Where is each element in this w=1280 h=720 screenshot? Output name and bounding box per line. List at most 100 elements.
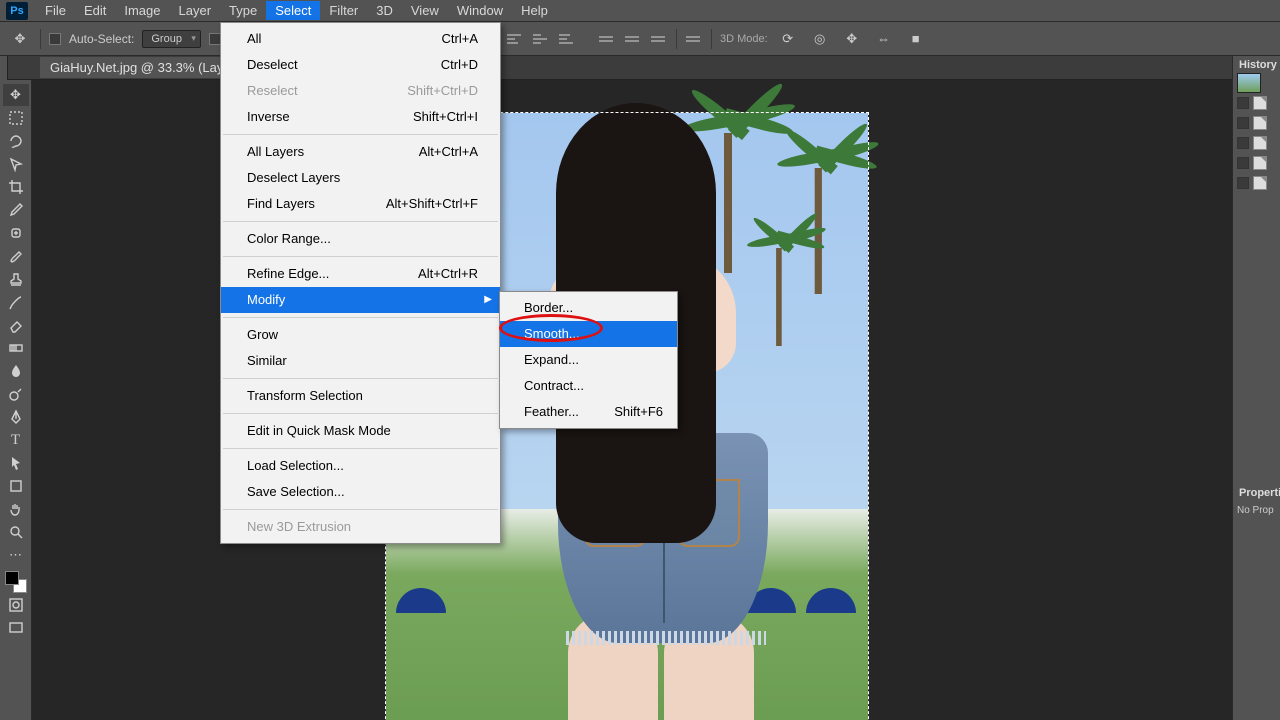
history-state[interactable] (1233, 113, 1280, 133)
type-tool[interactable]: T (3, 429, 29, 451)
move-tool-icon: ✥ (8, 27, 32, 51)
gradient-tool[interactable] (3, 337, 29, 359)
zoom-tool[interactable] (3, 521, 29, 543)
3d-mode-label: 3D Mode: (720, 33, 768, 45)
history-brush-tool[interactable] (3, 291, 29, 313)
lasso-tool[interactable] (3, 130, 29, 152)
menu-type[interactable]: Type (220, 1, 266, 20)
menu-item-deselect[interactable]: DeselectCtrl+D (221, 52, 500, 78)
panel-flyout[interactable] (0, 56, 8, 80)
submenu-item-contract[interactable]: Contract... (500, 373, 677, 399)
menu-item-new-3d-extrusion: New 3D Extrusion (221, 514, 500, 540)
menu-item-save-selection[interactable]: Save Selection... (221, 479, 500, 505)
stamp-tool[interactable] (3, 268, 29, 290)
menu-edit[interactable]: Edit (75, 1, 115, 20)
history-state[interactable] (1233, 173, 1280, 193)
marquee-tool[interactable] (3, 107, 29, 129)
menu-file[interactable]: File (36, 1, 75, 20)
menu-item-refine-edge[interactable]: Refine Edge...Alt+Ctrl+R (221, 261, 500, 287)
menu-item-load-selection[interactable]: Load Selection... (221, 453, 500, 479)
brush-tool[interactable] (3, 245, 29, 267)
separator (676, 29, 677, 49)
menu-item-deselect-layers[interactable]: Deselect Layers (221, 165, 500, 191)
3d-slide-icon[interactable]: ⇔ (872, 27, 896, 51)
menu-item-all-layers[interactable]: All LayersAlt+Ctrl+A (221, 139, 500, 165)
menu-item-all[interactable]: AllCtrl+A (221, 26, 500, 52)
submenu-item-border[interactable]: Border... (500, 295, 677, 321)
auto-select-dropdown[interactable]: Group (142, 30, 201, 48)
menu-image[interactable]: Image (115, 1, 169, 20)
menu-item-inverse[interactable]: InverseShift+Ctrl+I (221, 104, 500, 130)
select-menu-panel: AllCtrl+ADeselectCtrl+DReselectShift+Ctr… (220, 22, 501, 544)
submenu-item-expand[interactable]: Expand... (500, 347, 677, 373)
edit-toolbar[interactable]: ⋯ (3, 544, 29, 566)
quick-select-tool[interactable] (3, 153, 29, 175)
distribute-icon[interactable] (685, 30, 703, 48)
align-top-icon[interactable] (506, 30, 524, 48)
blur-tool[interactable] (3, 360, 29, 382)
crop-tool[interactable] (3, 176, 29, 198)
menu-item-find-layers[interactable]: Find LayersAlt+Shift+Ctrl+F (221, 191, 500, 217)
shape-tool[interactable] (3, 475, 29, 497)
align-hcenter-icon[interactable] (624, 30, 642, 48)
3d-pan-icon[interactable]: ✥ (840, 27, 864, 51)
page-icon (1253, 176, 1267, 190)
color-swatch[interactable] (5, 571, 27, 593)
menu-filter[interactable]: Filter (320, 1, 367, 20)
pen-tool[interactable] (3, 406, 29, 428)
menubar: Ps File Edit Image Layer Type Select Fil… (0, 0, 1280, 22)
right-panels: History Propertie No Prop (1232, 56, 1280, 720)
auto-select-checkbox[interactable] (49, 33, 61, 45)
align-right-icon[interactable] (650, 30, 668, 48)
page-icon (1253, 96, 1267, 110)
properties-panel-tab[interactable]: Propertie (1233, 484, 1280, 501)
menu-item-grow[interactable]: Grow (221, 322, 500, 348)
menu-item-transform-selection[interactable]: Transform Selection (221, 383, 500, 409)
3d-zoom-icon[interactable]: ■ (904, 27, 928, 51)
submenu-item-feather[interactable]: Feather...Shift+F6 (500, 399, 677, 425)
menu-view[interactable]: View (402, 1, 448, 20)
hand-tool[interactable] (3, 498, 29, 520)
move-tool[interactable]: ✥ (3, 84, 29, 106)
eyedropper-tool[interactable] (3, 199, 29, 221)
submenu-item-smooth[interactable]: Smooth... (500, 321, 677, 347)
align-vcenter-icon[interactable] (532, 30, 550, 48)
screen-mode[interactable] (3, 617, 29, 639)
separator (711, 29, 712, 49)
properties-empty-label: No Prop (1233, 501, 1280, 520)
menu-item-reselect: ReselectShift+Ctrl+D (221, 78, 500, 104)
heal-tool[interactable] (3, 222, 29, 244)
menu-select[interactable]: Select (266, 1, 320, 20)
history-state[interactable] (1233, 133, 1280, 153)
align-left-icon[interactable] (598, 30, 616, 48)
history-state[interactable] (1233, 73, 1280, 93)
auto-select-label: Auto-Select: (69, 32, 134, 46)
menu-item-color-range[interactable]: Color Range... (221, 226, 500, 252)
document-tabs: GiaHuy.Net.jpg @ 33.3% (Layer 0, R × (0, 56, 1280, 80)
menu-item-similar[interactable]: Similar (221, 348, 500, 374)
menu-help[interactable]: Help (512, 1, 557, 20)
submenu-arrow-icon: ▶ (484, 290, 492, 310)
tools-panel: ✥ T ⋯ (0, 80, 32, 720)
menu-item-edit-in-quick-mask-mode[interactable]: Edit in Quick Mask Mode (221, 418, 500, 444)
menu-window[interactable]: Window (448, 1, 512, 20)
3d-roll-icon[interactable]: ◎ (808, 27, 832, 51)
separator (40, 29, 41, 49)
menu-item-modify[interactable]: Modify▶ (221, 287, 500, 313)
menu-3d[interactable]: 3D (367, 1, 402, 20)
modify-submenu-panel: Border...Smooth...Expand...Contract...Fe… (499, 291, 678, 429)
path-select-tool[interactable] (3, 452, 29, 474)
page-icon (1253, 156, 1267, 170)
dodge-tool[interactable] (3, 383, 29, 405)
page-icon (1253, 136, 1267, 150)
eraser-tool[interactable] (3, 314, 29, 336)
history-panel-tab[interactable]: History (1233, 56, 1280, 73)
align-bottom-icon[interactable] (558, 30, 576, 48)
quickmask-toggle[interactable] (3, 594, 29, 616)
history-state[interactable] (1233, 93, 1280, 113)
3d-orbit-icon[interactable]: ⟳ (776, 27, 800, 51)
history-state[interactable] (1233, 153, 1280, 173)
page-icon (1253, 116, 1267, 130)
menu-layer[interactable]: Layer (170, 1, 221, 20)
app-logo: Ps (6, 2, 28, 20)
